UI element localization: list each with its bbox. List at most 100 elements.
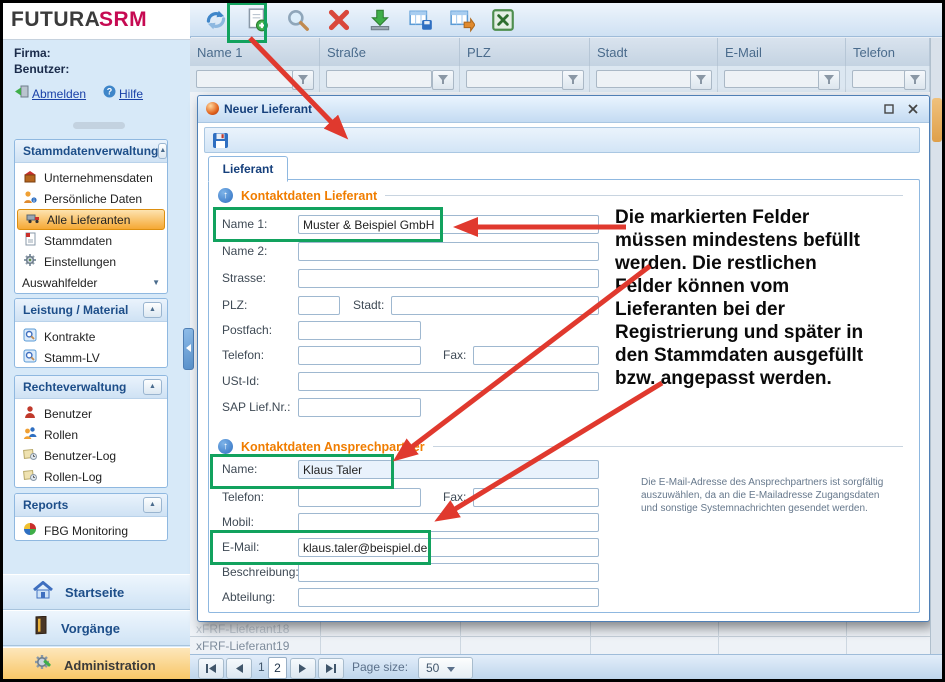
- strasse-input[interactable]: [298, 269, 599, 288]
- collapse-arrow-icon[interactable]: ▲: [143, 497, 162, 513]
- page-number-1[interactable]: 1: [258, 660, 265, 674]
- logout-link[interactable]: Abmelden: [15, 85, 86, 103]
- collapse-arrow-icon[interactable]: ▲: [143, 302, 162, 318]
- import-icon[interactable]: [366, 6, 394, 34]
- ap-mobil-input[interactable]: [298, 513, 599, 532]
- column-header-plz[interactable]: PLZ: [460, 38, 590, 66]
- first-page-icon[interactable]: [198, 658, 224, 679]
- sidebar-item-alle-lieferanten[interactable]: Alle Lieferanten: [17, 209, 165, 230]
- column-header-name1[interactable]: Name 1: [190, 38, 320, 66]
- brand-futura: FUTURA: [11, 8, 100, 32]
- sidebar-item-rollen-log[interactable]: Rollen-Log: [15, 466, 167, 487]
- collapse-up-icon[interactable]: ↑: [218, 188, 233, 203]
- sidebar-item-administration[interactable]: Administration: [3, 647, 190, 682]
- delete-icon[interactable]: [325, 6, 353, 34]
- ap-telefon-input[interactable]: [298, 488, 421, 507]
- sidebar-item-stamm-lv[interactable]: Stamm-LV: [15, 347, 167, 368]
- sidebar-item-auswahlfelder[interactable]: Auswahlfelder ▼: [15, 272, 167, 293]
- dialog-titlebar[interactable]: Neuer Lieferant: [198, 96, 929, 123]
- vertical-scrollbar[interactable]: [930, 38, 943, 654]
- search-icon[interactable]: [284, 6, 312, 34]
- ap-beschreibung-input[interactable]: [298, 563, 599, 582]
- telefon-input[interactable]: [298, 346, 421, 365]
- collapse-arrow-icon[interactable]: ▲: [158, 143, 167, 159]
- filter-input-strasse[interactable]: [326, 70, 432, 88]
- save-icon[interactable]: [212, 132, 229, 154]
- sidebar-horizontal-splitter[interactable]: [73, 122, 125, 129]
- help-label: Hilfe: [119, 87, 143, 101]
- group-header[interactable]: Stammdatenverwaltung ▲: [15, 140, 167, 163]
- filter-input-telefon[interactable]: [852, 70, 906, 88]
- sidebar-item-rollen[interactable]: Rollen: [15, 424, 167, 445]
- filter-input-name1[interactable]: [196, 70, 294, 88]
- grid-save-icon[interactable]: [407, 6, 435, 34]
- panel-collapse-handle[interactable]: [183, 328, 194, 370]
- column-header-strasse[interactable]: Straße: [320, 38, 460, 66]
- filter-input-stadt[interactable]: [596, 70, 692, 88]
- plz-input[interactable]: [298, 296, 340, 315]
- field-label-ap-beschreibung: Beschreibung:: [222, 565, 299, 579]
- grid-export-icon[interactable]: [448, 6, 476, 34]
- sidebar-item-stammdaten[interactable]: Stammdaten: [15, 230, 167, 251]
- personal-data-icon: i: [23, 190, 37, 207]
- column-header-stadt[interactable]: Stadt: [590, 38, 718, 66]
- sidebar-item-persoenliche-daten[interactable]: i Persönliche Daten: [15, 188, 167, 209]
- filter-funnel-icon[interactable]: [690, 70, 712, 90]
- table-row[interactable]: xFRF-Lieferant18: [196, 622, 289, 636]
- tab-lieferant[interactable]: Lieferant: [208, 156, 288, 182]
- close-icon[interactable]: [905, 101, 921, 117]
- collapse-up-icon[interactable]: ↑: [218, 439, 233, 454]
- filter-funnel-icon[interactable]: [904, 70, 926, 90]
- fax-input[interactable]: [473, 346, 599, 365]
- refresh-icon[interactable]: [202, 6, 230, 34]
- sidebar-item-fbg-monitoring[interactable]: FBG Monitoring: [15, 520, 167, 541]
- app-window: FUTURA SRM Firma: Benutzer: Abmelden ? H…: [0, 0, 945, 682]
- filter-input-email[interactable]: [724, 70, 820, 88]
- sidebar-item-kontrakte[interactable]: Kontrakte: [15, 326, 167, 347]
- ustid-input[interactable]: [298, 372, 599, 391]
- column-header-telefon[interactable]: Telefon: [846, 38, 930, 66]
- scrollbar-thumb[interactable]: [932, 98, 942, 142]
- sidebar-item-benutzer[interactable]: Benutzer: [15, 403, 167, 424]
- sidebar-item-einstellungen[interactable]: Einstellungen: [15, 251, 167, 272]
- table-row[interactable]: xFRF-Lieferant19: [196, 639, 289, 653]
- postfach-input[interactable]: [298, 321, 421, 340]
- ap-email-input[interactable]: [298, 538, 599, 557]
- filter-input-plz[interactable]: [466, 70, 564, 88]
- ap-abteilung-input[interactable]: [298, 588, 599, 607]
- new-supplier-icon[interactable]: [243, 6, 271, 34]
- filter-funnel-icon[interactable]: [432, 70, 454, 90]
- sap-liefnr-input[interactable]: [298, 398, 421, 417]
- group-header[interactable]: Reports ▲: [15, 494, 167, 517]
- ap-name-input[interactable]: [298, 460, 599, 479]
- column-header-email[interactable]: E-Mail: [718, 38, 846, 66]
- ap-fax-input[interactable]: [473, 488, 599, 507]
- group-title: Reports: [23, 498, 143, 512]
- group-header[interactable]: Rechteverwaltung ▲: [15, 376, 167, 399]
- filter-funnel-icon[interactable]: [818, 70, 840, 90]
- prev-page-icon[interactable]: [226, 658, 252, 679]
- page-size-dropdown[interactable]: 50: [418, 657, 473, 679]
- help-link[interactable]: ? Hilfe: [103, 85, 143, 103]
- sidebar-item-startseite[interactable]: Startseite: [3, 574, 190, 610]
- stadt-input[interactable]: [391, 296, 599, 315]
- filter-funnel-icon[interactable]: [562, 70, 584, 90]
- suppliers-icon: [26, 211, 40, 228]
- group-header[interactable]: Leistung / Material ▲: [15, 299, 167, 322]
- page-number-2-current[interactable]: 2: [268, 657, 287, 679]
- sidebar-item-unternehmensdaten[interactable]: Unternehmensdaten: [15, 167, 167, 188]
- grid-line: [460, 620, 461, 654]
- next-page-icon[interactable]: [290, 658, 316, 679]
- last-page-icon[interactable]: [318, 658, 344, 679]
- sidebar-item-vorgaenge[interactable]: Vorgänge: [3, 610, 190, 646]
- maximize-icon[interactable]: [881, 101, 897, 117]
- name2-input[interactable]: [298, 242, 599, 261]
- name1-input[interactable]: [298, 215, 599, 234]
- chevron-down-icon: [447, 661, 455, 675]
- collapse-arrow-icon[interactable]: ▲: [143, 379, 162, 395]
- excel-export-icon[interactable]: [489, 6, 517, 34]
- filter-funnel-icon[interactable]: [292, 70, 314, 90]
- column-label: Stadt: [597, 45, 627, 60]
- logout-icon: [15, 85, 29, 103]
- sidebar-item-benutzer-log[interactable]: Benutzer-Log: [15, 445, 167, 466]
